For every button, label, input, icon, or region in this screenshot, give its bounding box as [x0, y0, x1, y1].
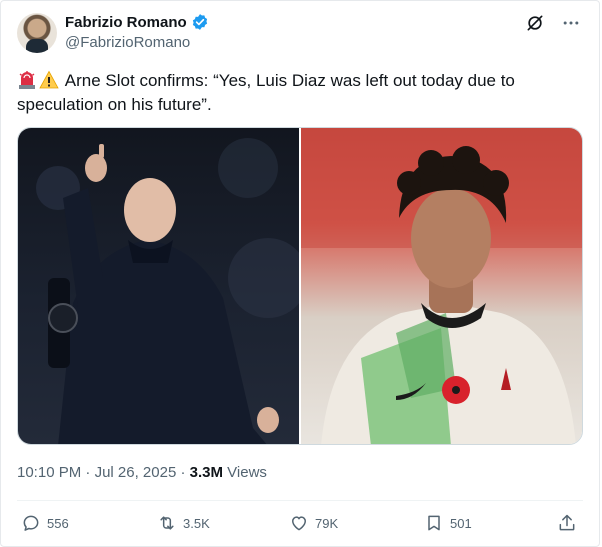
author-handle[interactable]: @FabrizioRomano: [65, 34, 190, 51]
warning-icon: [39, 70, 59, 89]
media-grid[interactable]: [17, 127, 583, 445]
tweet-time[interactable]: 10:10 PM: [17, 464, 81, 481]
like-button[interactable]: 79K: [289, 513, 338, 533]
share-button[interactable]: [557, 513, 577, 533]
tweet-top-actions: [525, 13, 581, 33]
views-label: Views: [227, 464, 267, 481]
photo-arne-slot[interactable]: [18, 128, 299, 444]
meta-separator-2: ·: [180, 464, 186, 481]
views-count: 3.3M: [189, 464, 223, 481]
share-icon: [559, 514, 575, 531]
arne-slot-illustration: [36, 138, 299, 444]
heart-icon: [292, 516, 306, 531]
tweet-text-block: Arne Slot confirms: “Yes, Luis Diaz was …: [17, 69, 577, 117]
repost-button[interactable]: 3.5K: [157, 513, 210, 533]
tweet-date[interactable]: Jul 26, 2025: [95, 464, 177, 481]
author-name[interactable]: Fabrizio Romano: [65, 14, 187, 31]
tweet-text: Arne Slot confirms: “Yes, Luis Diaz was …: [17, 71, 515, 114]
tweet-meta: 10:10 PM · Jul 26, 2025 · 3.3M Views: [17, 464, 267, 481]
verified-badge-icon: [192, 14, 207, 30]
like-count: 79K: [315, 515, 339, 531]
tweet-card: Fabrizio Romano @FabrizioRomano Arne Slo…: [0, 0, 600, 547]
reply-button[interactable]: 556: [21, 513, 69, 533]
bookmark-count: 501: [450, 515, 472, 531]
reply-icon: [23, 515, 39, 531]
grok-icon[interactable]: [525, 13, 545, 33]
rotating-light-icon: [19, 71, 35, 89]
repost-icon: [160, 516, 174, 530]
divider: [17, 500, 583, 501]
bookmark-button[interactable]: 501: [424, 513, 472, 533]
repost-count: 3.5K: [183, 515, 210, 531]
author-row: Fabrizio Romano: [65, 13, 209, 31]
photo-luis-diaz[interactable]: [301, 128, 582, 444]
meta-separator-1: ·: [85, 464, 91, 481]
avatar[interactable]: [17, 13, 57, 53]
reply-count: 556: [47, 515, 69, 531]
tweet-actions: 556 3.5K 79K 501: [21, 513, 587, 537]
luis-diaz-illustration: [301, 128, 582, 444]
more-options-icon[interactable]: [561, 13, 581, 33]
bookmark-icon: [428, 515, 440, 531]
